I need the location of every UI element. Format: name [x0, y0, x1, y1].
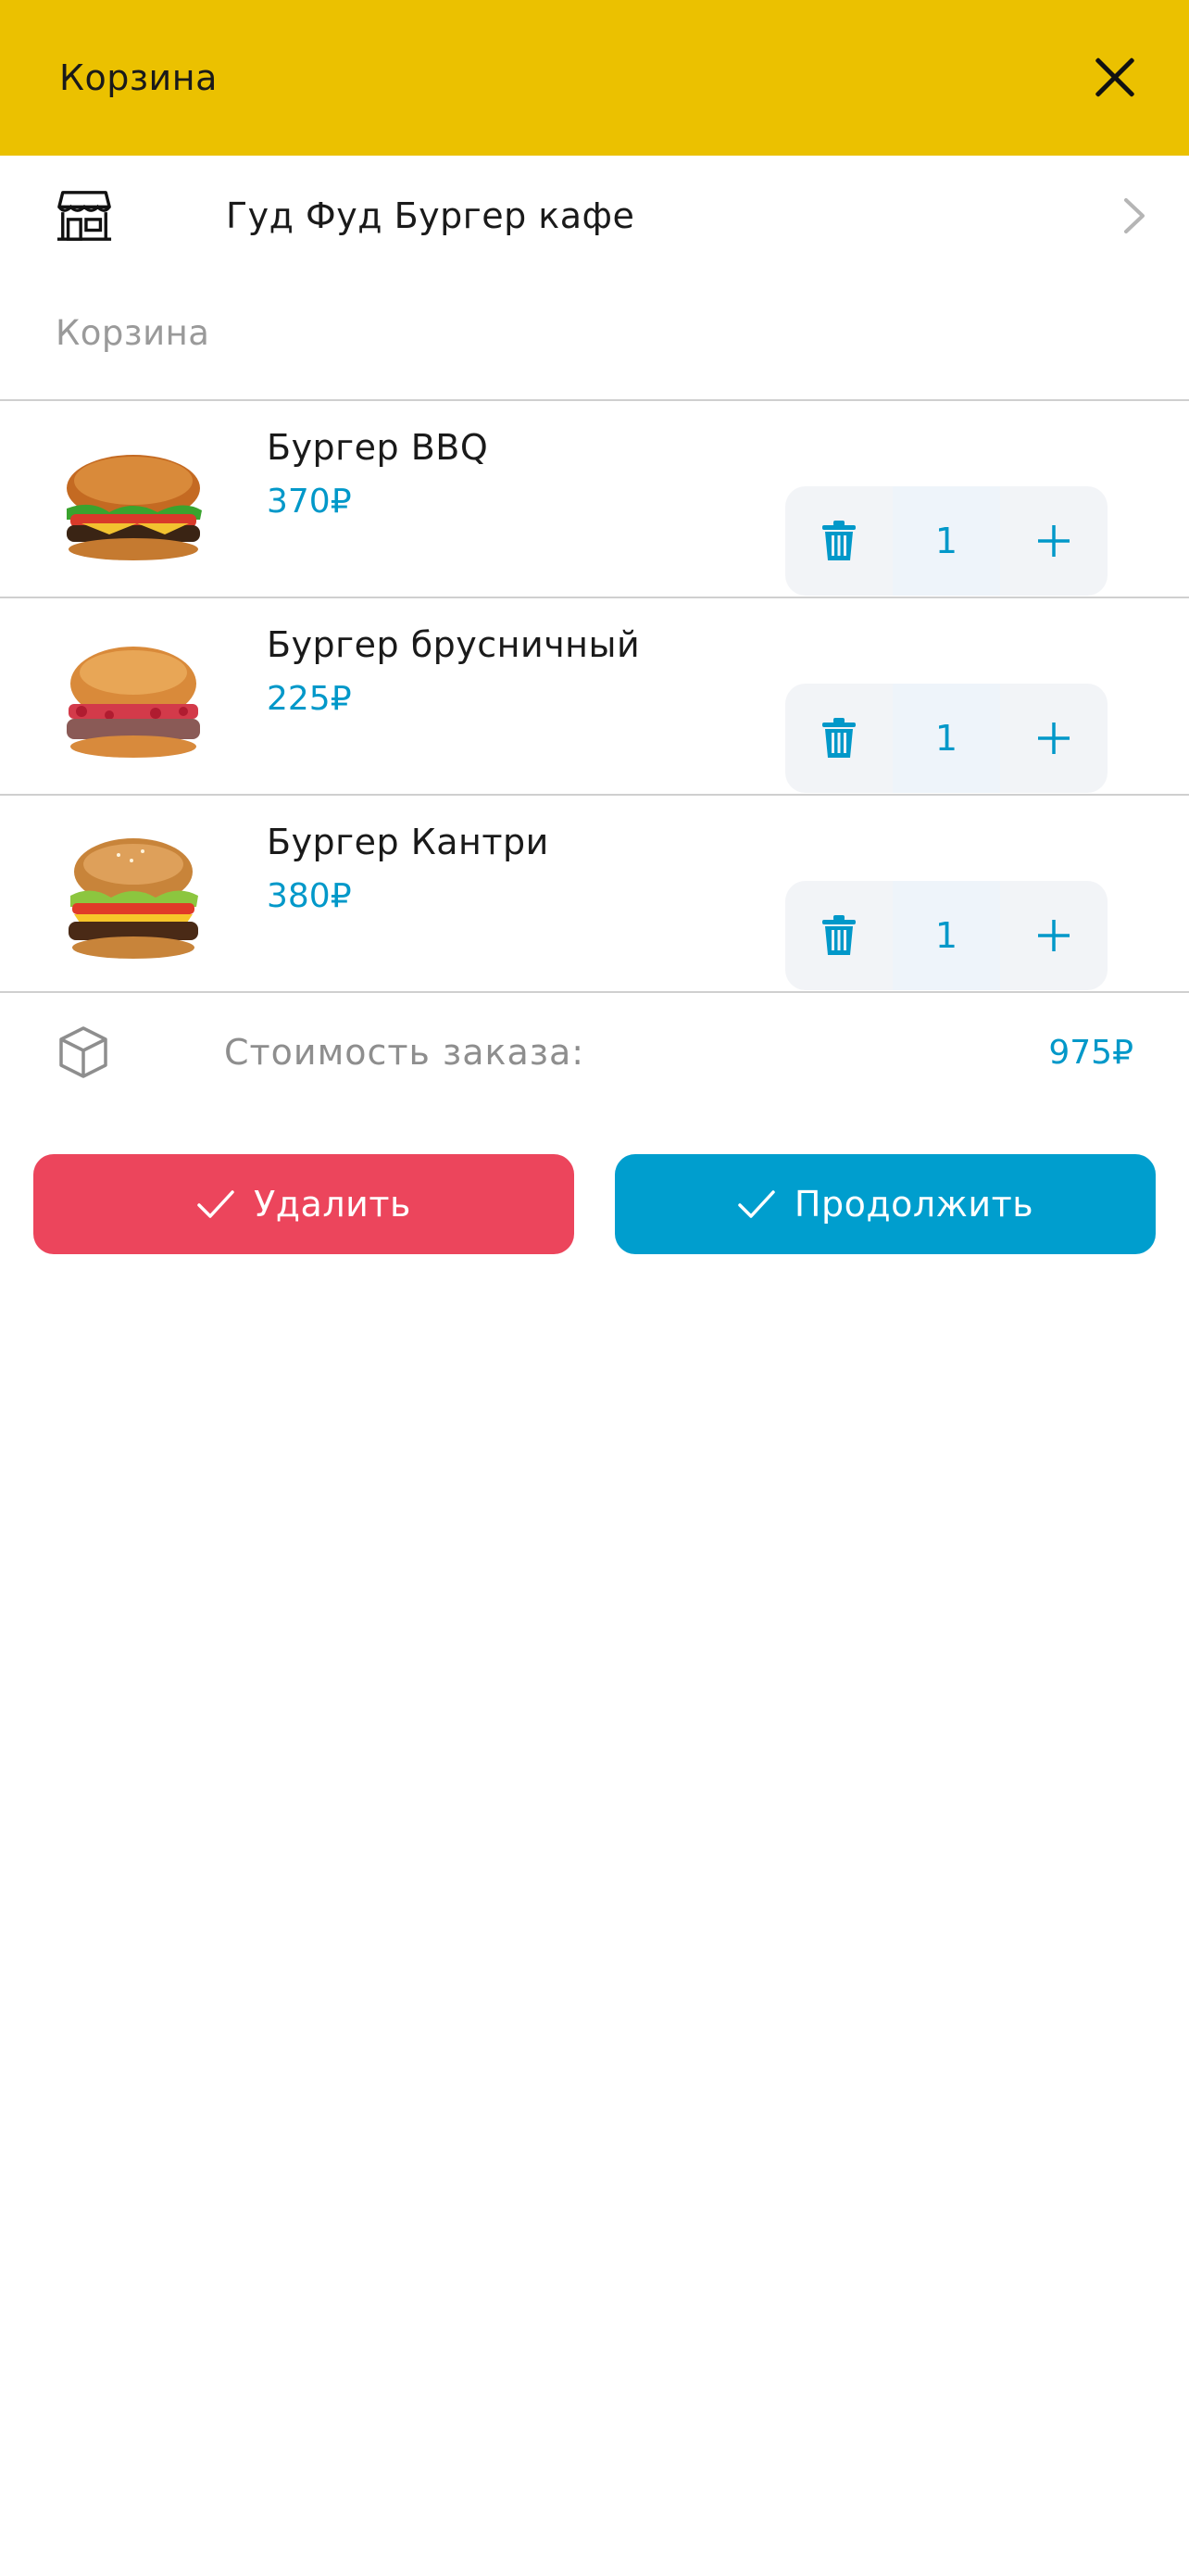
check-icon	[197, 1190, 234, 1218]
continue-button[interactable]: Продолжить	[615, 1154, 1156, 1254]
close-icon[interactable]	[1087, 50, 1143, 106]
delete-item-button[interactable]	[785, 684, 893, 793]
cart-list: Бургер BBQ 370₽ 1 Бургер брусничный 225₽…	[0, 399, 1189, 993]
quantity-stepper: 1	[785, 684, 1108, 793]
box-icon	[59, 1026, 107, 1078]
order-total-label: Стоимость заказа:	[224, 1032, 585, 1073]
quantity-value: 1	[893, 684, 1000, 793]
item-name: Бургер BBQ	[267, 427, 489, 468]
store-icon	[56, 191, 112, 241]
trash-icon	[822, 915, 856, 955]
delete-button[interactable]: Удалить	[33, 1154, 574, 1254]
delete-button-label: Удалить	[254, 1184, 411, 1225]
item-price: 225₽	[267, 680, 352, 718]
check-icon	[738, 1190, 775, 1218]
increase-quantity-button[interactable]	[1000, 881, 1108, 990]
restaurant-name: Гуд Фуд Бургер кафе	[226, 195, 635, 236]
increase-quantity-button[interactable]	[1000, 486, 1108, 596]
plus-icon	[1038, 525, 1070, 557]
plus-icon	[1038, 920, 1070, 951]
item-name: Бургер брусничный	[267, 624, 641, 665]
quantity-stepper: 1	[785, 881, 1108, 990]
trash-icon	[822, 521, 856, 560]
burger-bbq-image	[67, 455, 202, 560]
delete-item-button[interactable]	[785, 486, 893, 596]
header-bar: Корзина	[0, 0, 1189, 156]
chevron-right-icon	[1124, 198, 1145, 233]
burger-country-image	[69, 838, 198, 959]
cart-item: Бургер брусничный 225₽ 1	[0, 598, 1189, 794]
page-title: Корзина	[59, 57, 218, 98]
item-price: 370₽	[267, 483, 352, 521]
plus-icon	[1038, 723, 1070, 754]
trash-icon	[822, 718, 856, 758]
cart-item: Бургер BBQ 370₽ 1	[0, 401, 1189, 597]
restaurant-row[interactable]: Гуд Фуд Бургер кафе	[0, 156, 1189, 276]
order-total-row: Стоимость заказа: 975₽	[0, 992, 1189, 1112]
continue-button-label: Продолжить	[794, 1184, 1034, 1225]
cart-section-label: Корзина	[56, 313, 210, 353]
order-total-value: 975₽	[1048, 1033, 1133, 1072]
quantity-value: 1	[893, 881, 1000, 990]
burger-lingonberry-image	[67, 647, 200, 758]
item-price: 380₽	[267, 877, 352, 915]
increase-quantity-button[interactable]	[1000, 684, 1108, 793]
item-name: Бургер Кантри	[267, 822, 549, 862]
quantity-value: 1	[893, 486, 1000, 596]
cart-item: Бургер Кантри 380₽ 1	[0, 796, 1189, 991]
quantity-stepper: 1	[785, 486, 1108, 596]
delete-item-button[interactable]	[785, 881, 893, 990]
